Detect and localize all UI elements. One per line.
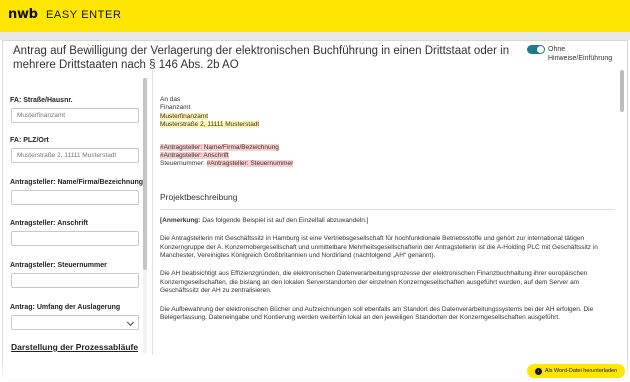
fa-street-field: Musterstraße 2, 11111 Musterstadt [160,121,260,129]
addr-line-1: An das [160,96,181,103]
fa-plz-label: FA: PLZ/Ort [10,137,49,144]
page-title: Antrag auf Bewilligung der Verlagerung d… [13,45,510,71]
process-section-link[interactable]: Darstellung der Prozessabläufe [11,342,138,352]
note: [Anmerkung: Das folgende Beispiel ist au… [160,217,615,225]
document-preview: An das Finanzamt Musterfinanzamt Musters… [152,70,624,355]
paragraph-2: Die AH beabsichtigt aus Effizienzgründen… [160,270,588,295]
document-scrollbar-thumb[interactable] [620,70,624,112]
fa-street-label: FA: Straße/Hausnr. [10,97,73,104]
paragraph-1: Die Antragstellerin mit Geschäftssitz in… [160,235,598,260]
tax-number-label: Steuernummer: [160,160,205,168]
download-button-label: Als Word-Datei herunterladen [544,368,618,374]
scope-select[interactable] [11,315,139,330]
applicant-address-input[interactable] [11,231,139,246]
left-scrollbar-thumb[interactable] [143,78,147,270]
document-content: An das Finanzamt Musterfinanzamt Musters… [160,96,615,333]
toggle-knob [537,46,544,53]
hints-toggle[interactable] [527,45,545,54]
hints-toggle-label: Ohne Hinweise/Einführung [548,46,613,62]
applicant-name-label: Antragsteller: Name/Firma/Bezeichnung [10,179,144,186]
fa-street-input[interactable] [11,108,139,123]
fa-plz-input[interactable] [11,148,139,163]
applicant-block: #Antragsteller: Name/Firma/Bezeichnung #… [160,143,615,169]
applicant-address-label: Antragsteller: Anschrift [10,220,88,227]
header-band [0,32,630,40]
paragraph-3: Die Aufbewahrung der elektronischen Büch… [160,305,594,322]
fa-name-field: Musterfinanzamt [160,112,209,120]
applicant-taxnumber-label: Antragsteller: Steuernummer [10,262,107,269]
nwb-logo: nwb [8,7,38,22]
recipient-address: An das Finanzamt Musterfinanzamt Musters… [160,96,615,130]
chevron-down-icon [126,318,135,327]
scope-label: Antrag: Umfang der Auslagerung [10,304,121,311]
note-prefix: [Anmerkung: [160,216,201,224]
app-name: EASY ENTER [46,9,122,21]
applicant-address-placeholder: #Antragsteller: Anschrift [160,152,229,160]
section-heading: Projektbeschreibung [160,191,238,202]
download-word-button[interactable]: ↓ Als Word-Datei herunterladen [527,364,625,378]
applicant-taxnumber-input[interactable] [11,273,139,288]
top-bar: nwb EASY ENTER [0,0,630,32]
tax-number-placeholder: #Antragsteller: Steuernummer [206,160,294,168]
note-text: Das folgende Beispiel ist auf den Einzel… [200,216,369,224]
applicant-name-placeholder: #Antragsteller: Name/Firma/Bezeichnung [160,143,279,151]
download-icon: ↓ [534,367,542,375]
section-divider [160,208,615,210]
applicant-name-input[interactable] [11,190,139,205]
addr-line-2: Finanzamt [160,104,191,112]
